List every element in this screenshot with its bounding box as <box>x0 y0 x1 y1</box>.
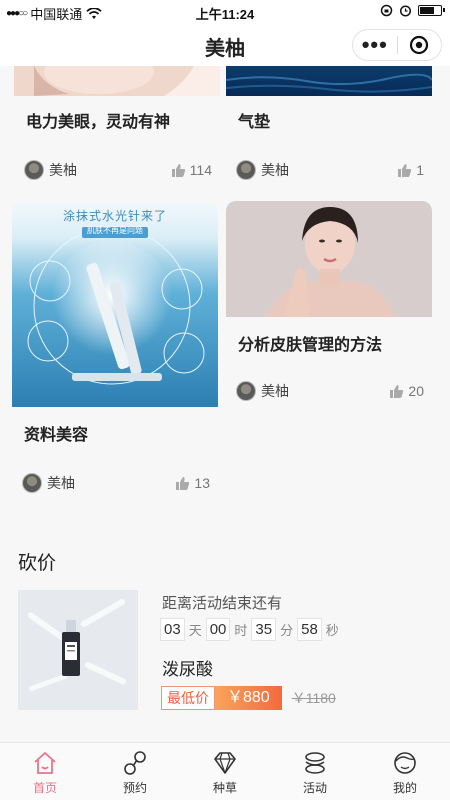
avatar <box>236 381 256 401</box>
thumb-up-icon <box>390 384 404 398</box>
target-icon <box>410 35 429 55</box>
card-author: 美柚 <box>261 383 289 399</box>
avatar <box>24 160 44 180</box>
card-title: 资料美容 <box>24 427 89 444</box>
tab-booking[interactable]: 预约 <box>90 743 180 800</box>
tab-events[interactable]: 活动 <box>270 743 360 800</box>
nav-bar: 美柚 ••• <box>0 24 450 66</box>
tab-label: 首页 <box>32 781 57 795</box>
card-author: 美柚 <box>261 162 289 178</box>
like-count: 1 <box>416 162 424 178</box>
tab-bar: 首页 预约 种草 活动 我的 <box>0 742 450 800</box>
countdown-label: 距离活动结束还有 <box>162 595 283 612</box>
product-name[interactable]: 泼尿酸 <box>162 655 213 680</box>
like-button[interactable]: 20 <box>389 383 424 399</box>
alarm-icon <box>399 5 412 17</box>
tab-label: 预约 <box>122 781 147 795</box>
countdown-timer: 03 天 00 时 35 分 58 秒 <box>160 618 343 641</box>
tab-label: 我的 <box>392 781 417 795</box>
battery-icon <box>418 5 445 16</box>
section-title: 砍价 <box>18 553 57 574</box>
countdown-minutes-unit: 分 <box>280 623 294 638</box>
card-image-portrait <box>226 201 432 317</box>
feed-grid: 电力美眼，灵动有神 美柚 114 气垫 美柚 1 涂抹式水光针来了 肌肤不再是问… <box>0 66 450 536</box>
countdown-seconds-unit: 秒 <box>325 623 339 638</box>
card-image-eyes <box>14 66 220 96</box>
price-row: 最低价 ￥880 ￥1180 <box>161 686 336 710</box>
card-title: 分析皮肤管理的方法 <box>238 337 383 354</box>
countdown-minutes: 35 <box>251 618 277 641</box>
feed-card[interactable]: 涂抹式水光针来了 肌肤不再是问题 资料美容 美柚 13 <box>12 201 218 501</box>
countdown-hours: 00 <box>205 618 231 641</box>
face-icon <box>394 752 416 774</box>
feed-card[interactable]: 气垫 美柚 1 <box>226 66 432 190</box>
close-button[interactable] <box>398 35 442 55</box>
home-icon <box>34 752 56 774</box>
image-headline: 涂抹式水光针来了 <box>62 209 167 223</box>
tab-label: 活动 <box>302 781 327 795</box>
like-count: 13 <box>194 475 210 491</box>
card-title: 电力美眼，灵动有神 <box>26 114 171 131</box>
countdown-days: 03 <box>160 618 185 641</box>
status-bar: ●●●○○ 中国联通 上午11:24 <box>0 0 450 24</box>
card-author: 美柚 <box>47 475 75 491</box>
card-author: 美柚 <box>49 162 77 178</box>
tab-grass[interactable]: 种草 <box>180 743 270 800</box>
bargain-price[interactable]: ￥880 <box>215 686 282 710</box>
lowest-price-tag: 最低价 <box>161 686 215 710</box>
feed-card[interactable]: 电力美眼，灵动有神 美柚 114 <box>14 66 220 190</box>
mini-program-capsule: ••• <box>352 29 442 61</box>
card-image-serum: 涂抹式水光针来了 肌肤不再是问题 <box>12 201 218 407</box>
diamond-icon <box>214 752 236 774</box>
tab-home[interactable]: 首页 <box>0 743 90 800</box>
original-price: ￥1180 <box>291 690 336 706</box>
link-icon <box>124 751 146 775</box>
card-title: 气垫 <box>238 114 271 131</box>
tab-label: 种草 <box>212 781 237 795</box>
card-meta: 美柚 114 <box>24 160 212 180</box>
status-right <box>380 4 445 17</box>
thumb-up-icon <box>398 163 412 177</box>
card-image-cushion <box>226 66 432 96</box>
countdown-seconds: 58 <box>297 618 322 641</box>
stack-icon <box>305 752 325 774</box>
like-button[interactable]: 1 <box>397 162 424 178</box>
bargain-section: 砍价 距离活动结束还有 03 天 00 时 35 分 58 秒 泼尿酸 最低价 … <box>0 536 450 742</box>
thumb-up-icon <box>171 163 185 177</box>
more-button[interactable]: ••• <box>353 31 397 59</box>
avatar <box>22 473 42 493</box>
rotation-lock-icon <box>380 4 393 17</box>
card-meta: 美柚 20 <box>236 381 424 401</box>
thumb-up-icon <box>176 476 190 490</box>
tab-mine[interactable]: 我的 <box>360 743 450 800</box>
like-button[interactable]: 114 <box>171 162 212 178</box>
product-image[interactable] <box>18 590 138 710</box>
feed-card[interactable]: 分析皮肤管理的方法 美柚 20 <box>226 201 432 431</box>
avatar <box>236 160 256 180</box>
countdown-days-unit: 天 <box>188 623 202 638</box>
card-meta: 美柚 13 <box>22 473 210 493</box>
like-count: 114 <box>189 162 212 178</box>
card-meta: 美柚 1 <box>236 160 424 180</box>
like-count: 20 <box>408 383 424 399</box>
countdown-hours-unit: 时 <box>234 623 248 638</box>
image-subline: 肌肤不再是问题 <box>87 226 143 235</box>
like-button[interactable]: 13 <box>175 475 210 491</box>
